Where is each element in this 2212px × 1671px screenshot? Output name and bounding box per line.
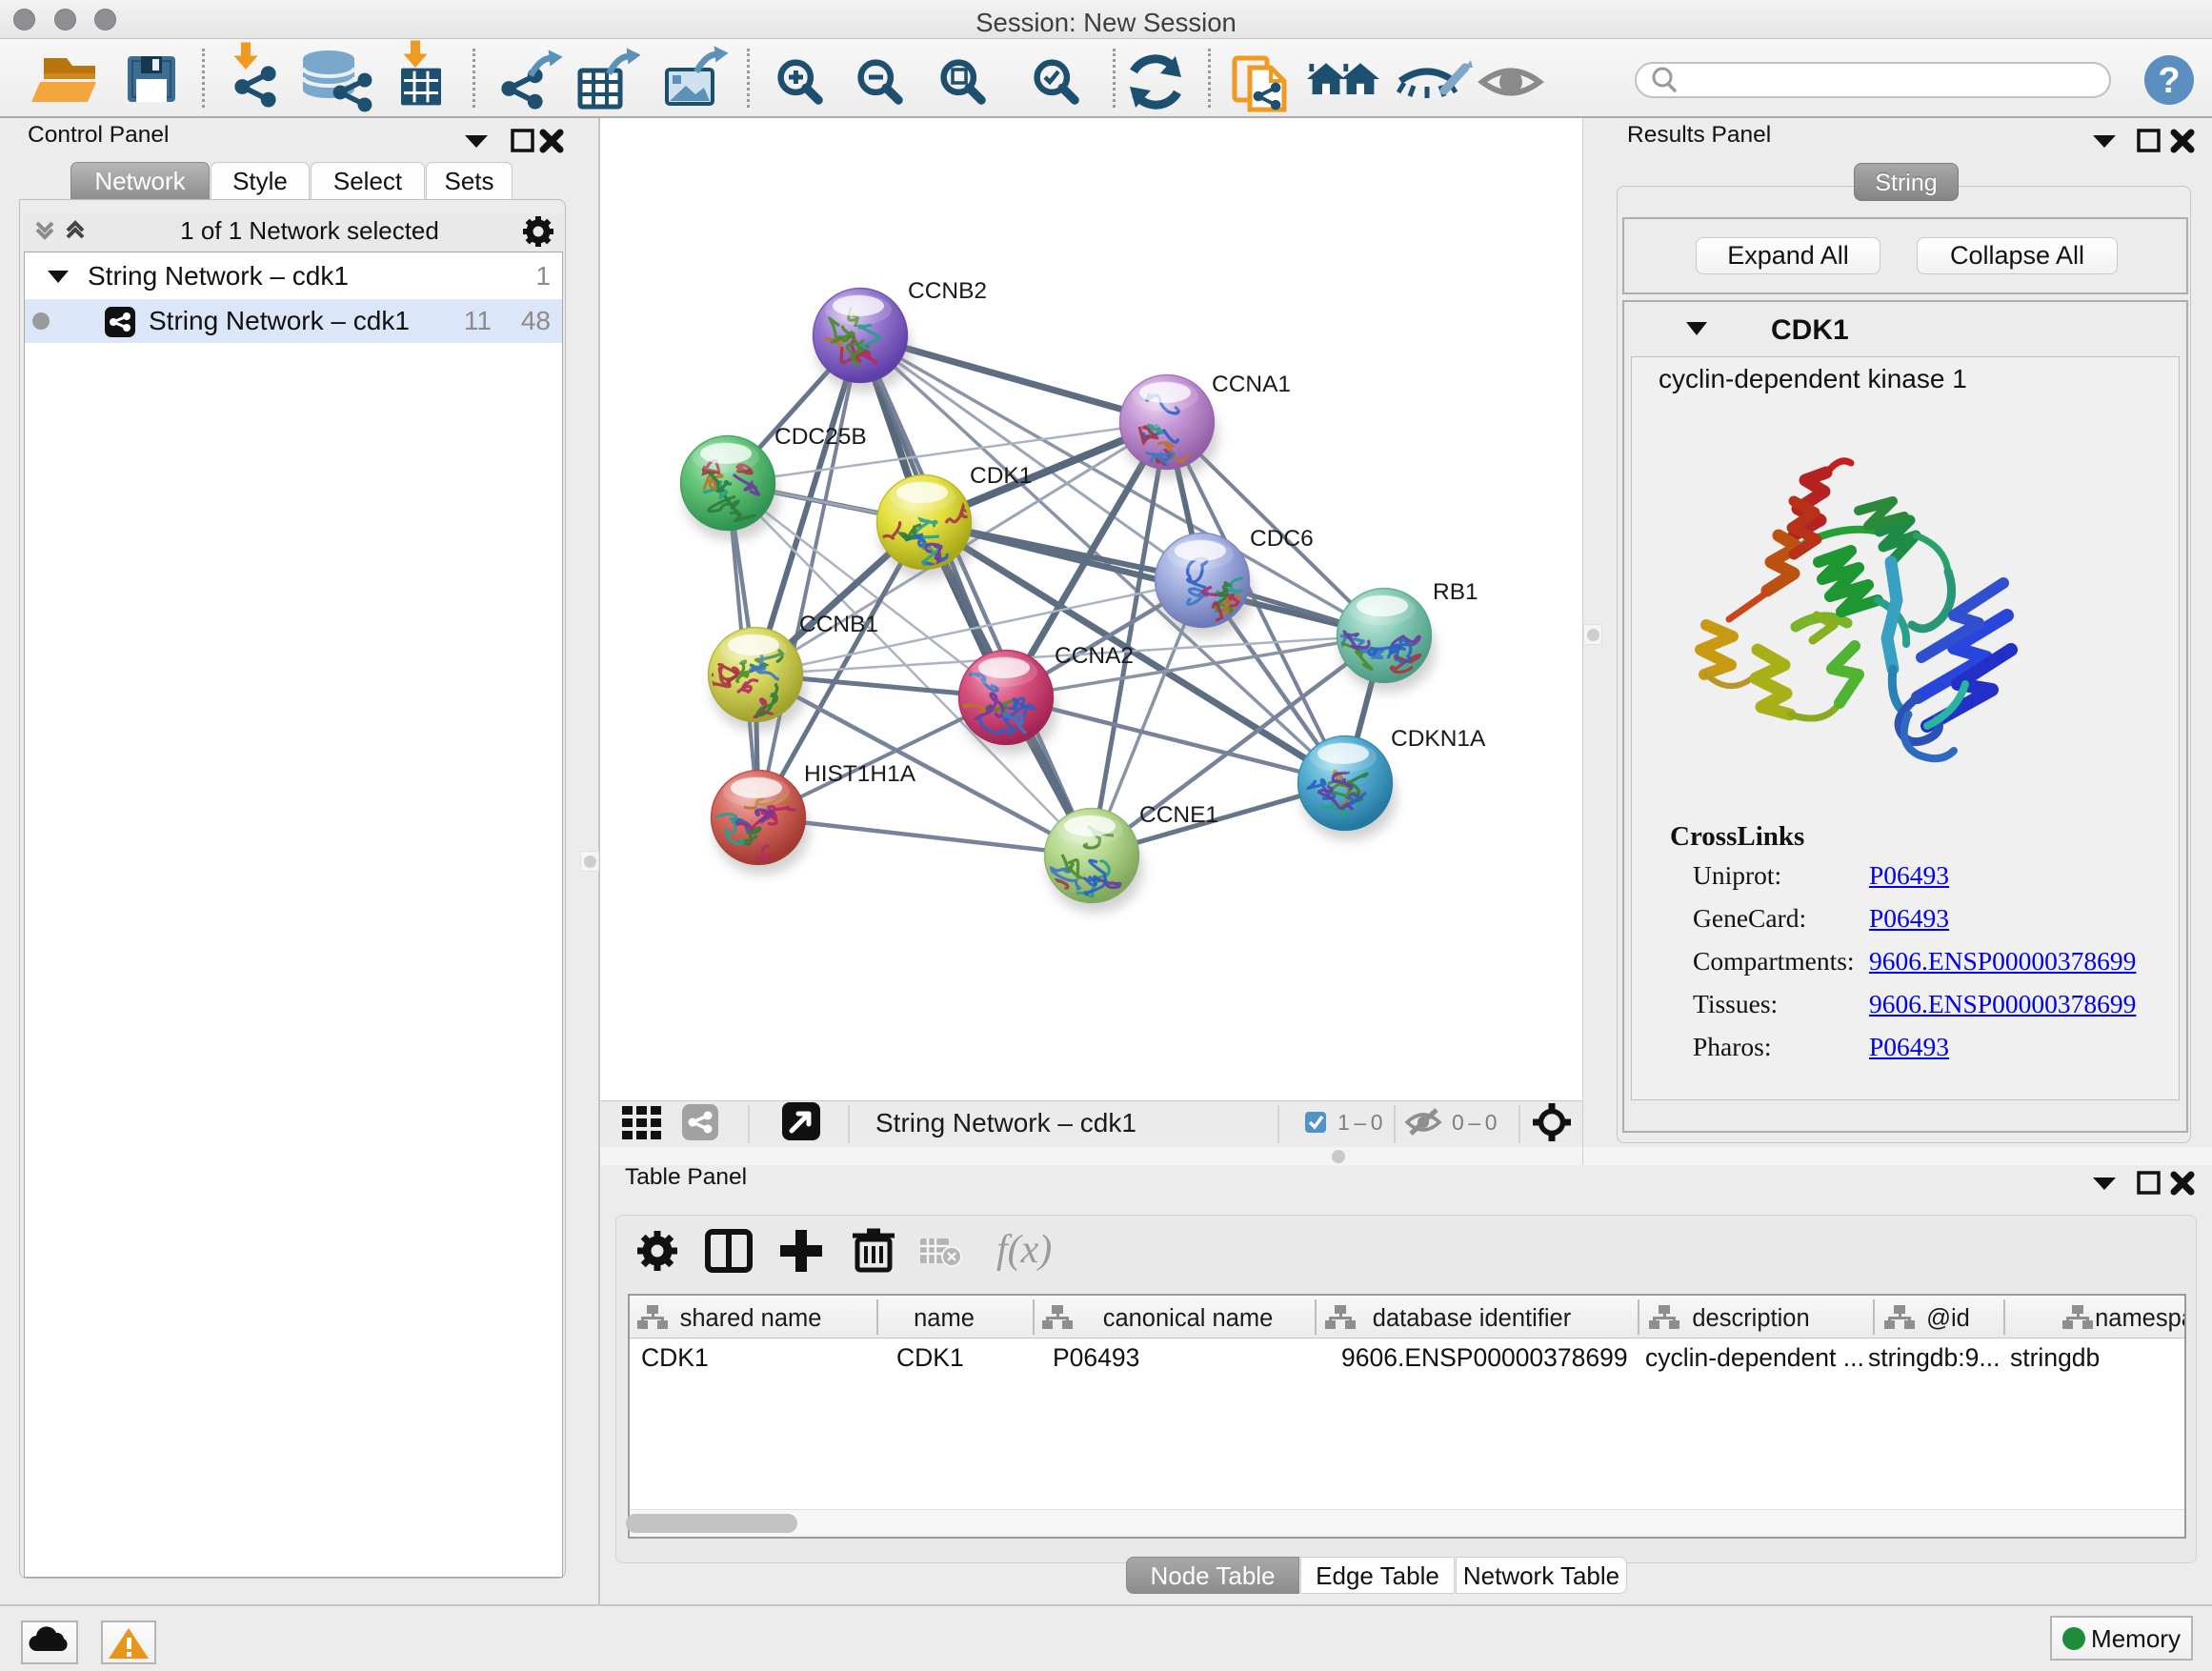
svg-text:CDC6: CDC6: [1250, 526, 1314, 552]
svg-text:CCNE1: CCNE1: [1139, 802, 1218, 828]
svg-text:11: 11: [464, 306, 492, 335]
svg-text:canonical name: canonical name: [1103, 1305, 1274, 1332]
svg-text:CCNB1: CCNB1: [799, 612, 878, 637]
svg-text:database identifier: database identifier: [1373, 1305, 1572, 1332]
svg-text:CCNA1: CCNA1: [1212, 372, 1291, 397]
svg-text:f(x): f(x): [996, 1228, 1052, 1272]
svg-text:CCNA2: CCNA2: [1055, 643, 1134, 669]
svg-text:0 – 0: 0 – 0: [1452, 1110, 1498, 1135]
svg-text:RB1: RB1: [1433, 579, 1478, 605]
svg-text:1 of 1 Network selected: 1 of 1 Network selected: [180, 216, 439, 245]
svg-text:CDK1: CDK1: [970, 463, 1032, 489]
svg-text:CCNB2: CCNB2: [908, 278, 987, 304]
svg-text:String Network – cdk1: String Network – cdk1: [88, 261, 349, 291]
svg-text:CDKN1A: CDKN1A: [1391, 726, 1486, 752]
svg-text:CDC25B: CDC25B: [774, 424, 867, 450]
svg-text:1 – 0: 1 – 0: [1337, 1110, 1383, 1135]
svg-text:name: name: [914, 1305, 975, 1332]
svg-text:String Network – cdk1: String Network – cdk1: [149, 306, 410, 335]
svg-text:namespace: namespace: [2095, 1305, 2184, 1332]
svg-text:1: 1: [535, 261, 551, 291]
svg-text:?: ?: [2158, 61, 2180, 101]
svg-text:description: description: [1692, 1305, 1809, 1332]
svg-text:String Network – cdk1: String Network – cdk1: [875, 1108, 1136, 1137]
svg-text:HIST1H1A: HIST1H1A: [804, 761, 916, 787]
svg-text:shared name: shared name: [680, 1305, 822, 1332]
svg-text:@id: @id: [1926, 1305, 1970, 1332]
svg-text:48: 48: [521, 306, 551, 335]
